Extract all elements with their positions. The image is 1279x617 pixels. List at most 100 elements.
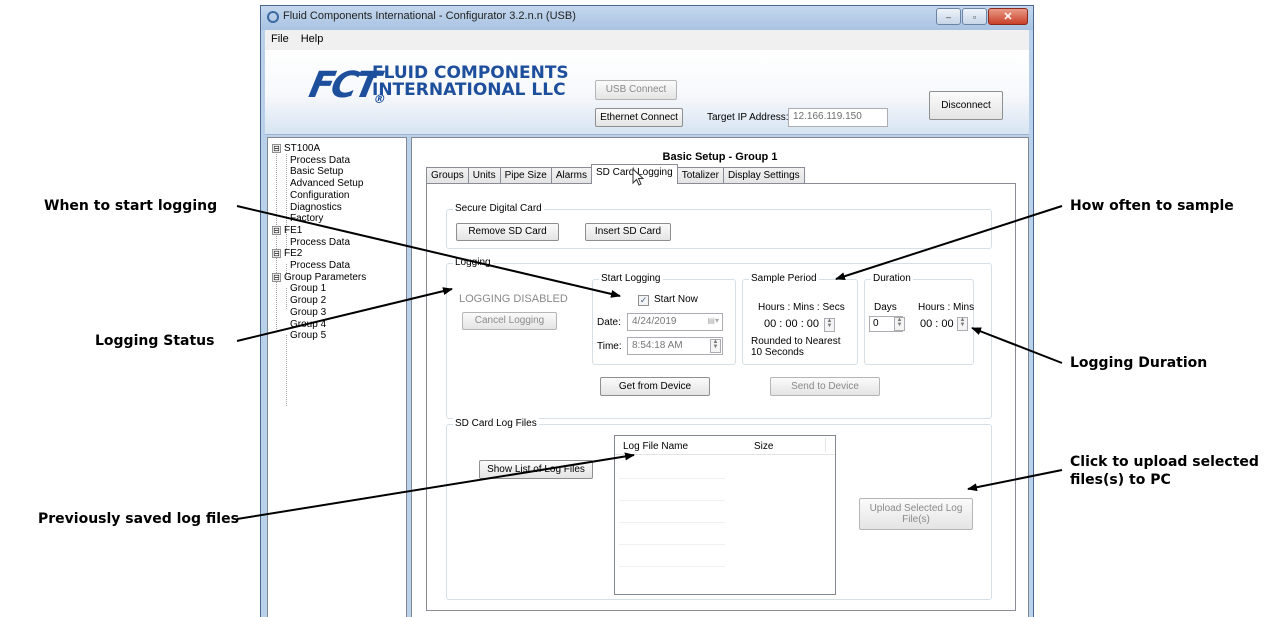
- menu-file[interactable]: File: [265, 30, 295, 48]
- tree-item-label: Group 1: [290, 283, 327, 295]
- start-now-checkbox[interactable]: ✓: [638, 295, 649, 306]
- group-legend: Sample Period: [749, 273, 819, 284]
- app-window: Fluid Components International - Configu…: [260, 5, 1034, 617]
- tree-item-label: Group Parameters: [284, 271, 367, 283]
- tree-item-label: Group 3: [290, 306, 327, 318]
- cancel-logging-button[interactable]: Cancel Logging: [462, 312, 557, 330]
- list-item: [619, 500, 725, 501]
- tree-item-label: Group 4: [290, 318, 327, 330]
- minimize-button[interactable]: –: [936, 8, 961, 25]
- start-date-picker[interactable]: 4/24/2019 ▤▾: [627, 313, 723, 331]
- disconnect-button[interactable]: Disconnect: [929, 91, 1003, 120]
- window-controls: – ▫ ✕: [935, 8, 1028, 26]
- tree-expand-icon[interactable]: ⊟: [272, 225, 281, 235]
- tree-item[interactable]: Configuration: [290, 190, 349, 201]
- tree-item-label: Process Data: [290, 236, 351, 248]
- start-time-value: 8:54:18 AM: [632, 340, 683, 351]
- group-legend: SD Card Log Files: [453, 418, 539, 429]
- list-item: [619, 478, 725, 479]
- tree-item-label: FE1: [284, 224, 303, 236]
- tree-item[interactable]: ⊟ FE2: [272, 248, 302, 259]
- tab-groups[interactable]: Groups: [426, 167, 469, 184]
- tree-item[interactable]: Advanced Setup: [290, 178, 363, 189]
- tab-display-settings[interactable]: Display Settings: [722, 167, 805, 184]
- tab-pipe-size[interactable]: Pipe Size: [499, 167, 552, 184]
- start-time-picker[interactable]: 8:54:18 AM: [627, 337, 723, 355]
- insert-sd-card-button[interactable]: Insert SD Card: [585, 223, 671, 241]
- tree-item[interactable]: ⊟ ST100A: [272, 143, 320, 154]
- tree-item-label: Advanced Setup: [290, 178, 364, 190]
- tree-item-label: Group 5: [290, 330, 327, 342]
- tree-item[interactable]: Basic Setup: [290, 166, 343, 177]
- start-now-label: Start Now: [654, 294, 698, 305]
- group-legend: Secure Digital Card: [453, 203, 544, 214]
- log-files-list[interactable]: Log File Name Size: [614, 435, 836, 595]
- target-ip-input[interactable]: 12.166.119.150: [788, 108, 888, 127]
- tree-item-label: ST100A: [284, 143, 321, 154]
- remove-sd-card-button[interactable]: Remove SD Card: [456, 223, 559, 241]
- menu-help[interactable]: Help: [295, 30, 330, 48]
- column-header-log-file-name[interactable]: Log File Name: [623, 441, 688, 452]
- group-legend: Start Logging: [599, 273, 663, 284]
- callout-logging-duration: Logging Duration: [1070, 355, 1208, 371]
- list-item: [619, 544, 725, 545]
- callout-previous-files: Previously saved log files: [38, 511, 239, 527]
- send-to-device-button[interactable]: Send to Device: [770, 377, 880, 396]
- time-spinner[interactable]: ▲ ▼: [710, 339, 721, 353]
- usb-connect-button[interactable]: USB Connect: [595, 80, 677, 100]
- tab-totalizer[interactable]: Totalizer: [676, 167, 724, 184]
- tree-item[interactable]: Factory: [290, 213, 323, 224]
- date-label: Date:: [597, 317, 621, 328]
- callout-when-to-start: When to start logging: [44, 198, 218, 214]
- sample-period-value[interactable]: 00 : 00 : 00: [764, 318, 819, 330]
- column-divider: [825, 438, 826, 452]
- show-log-files-button[interactable]: Show List of Log Files: [479, 460, 593, 479]
- tree-item[interactable]: Process Data: [290, 260, 350, 271]
- tree-item[interactable]: ⊟ FE1: [272, 225, 302, 236]
- column-header-size[interactable]: Size: [754, 441, 773, 452]
- logging-group: Logging LOGGING DISABLED Cancel Logging …: [446, 257, 992, 419]
- sd-card-logging-panel: Secure Digital Card Remove SD Card Inser…: [426, 183, 1016, 611]
- sample-units-label: Hours : Mins : Secs: [758, 302, 845, 313]
- days-spinner[interactable]: ▲ ▼: [894, 317, 905, 331]
- tree-expand-icon[interactable]: ⊟: [272, 272, 281, 282]
- tree-expand-icon[interactable]: ⊟: [272, 143, 281, 153]
- tree-item[interactable]: Process Data: [290, 155, 350, 166]
- sample-period-spinner[interactable]: ▲ ▼: [824, 318, 835, 332]
- window-title: Fluid Components International - Configu…: [283, 10, 576, 22]
- callout-upload-line-1: Click to upload selected: [1070, 454, 1259, 470]
- tree-item[interactable]: Group 4: [290, 319, 326, 330]
- duration-spinner[interactable]: ▲ ▼: [957, 317, 968, 331]
- callout-sample-frequency: How often to sample: [1070, 198, 1234, 214]
- maximize-button[interactable]: ▫: [962, 8, 987, 25]
- mouse-cursor-icon: [632, 167, 645, 186]
- tree-item[interactable]: Diagnostics: [290, 202, 342, 213]
- tree-item[interactable]: Group 1: [290, 283, 326, 294]
- logo-line-2: INTERNATIONAL LLC: [372, 80, 566, 100]
- duration-hours-mins-value[interactable]: 00 : 00: [920, 318, 954, 330]
- tree-item[interactable]: Group 2: [290, 295, 326, 306]
- upload-selected-log-files-button[interactable]: Upload Selected Log File(s): [859, 498, 973, 530]
- tree-item-label: Process Data: [290, 260, 351, 271]
- close-button[interactable]: ✕: [988, 8, 1028, 25]
- tree-item[interactable]: Process Data: [290, 237, 350, 248]
- tab-alarms[interactable]: Alarms: [550, 167, 592, 184]
- group-legend: Duration: [871, 273, 913, 284]
- time-label: Time:: [597, 341, 622, 352]
- tree-item-label: Group 2: [290, 295, 327, 307]
- tab-units[interactable]: Units: [467, 167, 501, 184]
- target-ip-label: Target IP Address:: [707, 112, 789, 123]
- ethernet-connect-button[interactable]: Ethernet Connect: [595, 108, 683, 127]
- start-logging-group: Start Logging ✓ Start Now Date: 4/24/201…: [592, 273, 736, 365]
- main-panel: Basic Setup - Group 1 Groups Units Pipe …: [411, 137, 1029, 617]
- sd-card-log-files-group: SD Card Log Files Show List of Log Files…: [446, 418, 992, 600]
- tree-expand-icon[interactable]: ⊟: [272, 249, 281, 259]
- calendar-dropdown-icon[interactable]: ▤▾: [707, 316, 719, 325]
- secure-digital-card-group: Secure Digital Card Remove SD Card Inser…: [446, 203, 992, 249]
- menu-bar: File Help: [265, 30, 1029, 50]
- get-from-device-button[interactable]: Get from Device: [600, 377, 710, 396]
- tree-item[interactable]: Group 5: [290, 330, 326, 341]
- fci-logo: FCT® FLUID COMPONENTS INTERNATIONAL LLC: [306, 61, 570, 109]
- tree-item[interactable]: Group 3: [290, 307, 326, 318]
- tree-item[interactable]: ⊟ Group Parameters: [272, 272, 366, 283]
